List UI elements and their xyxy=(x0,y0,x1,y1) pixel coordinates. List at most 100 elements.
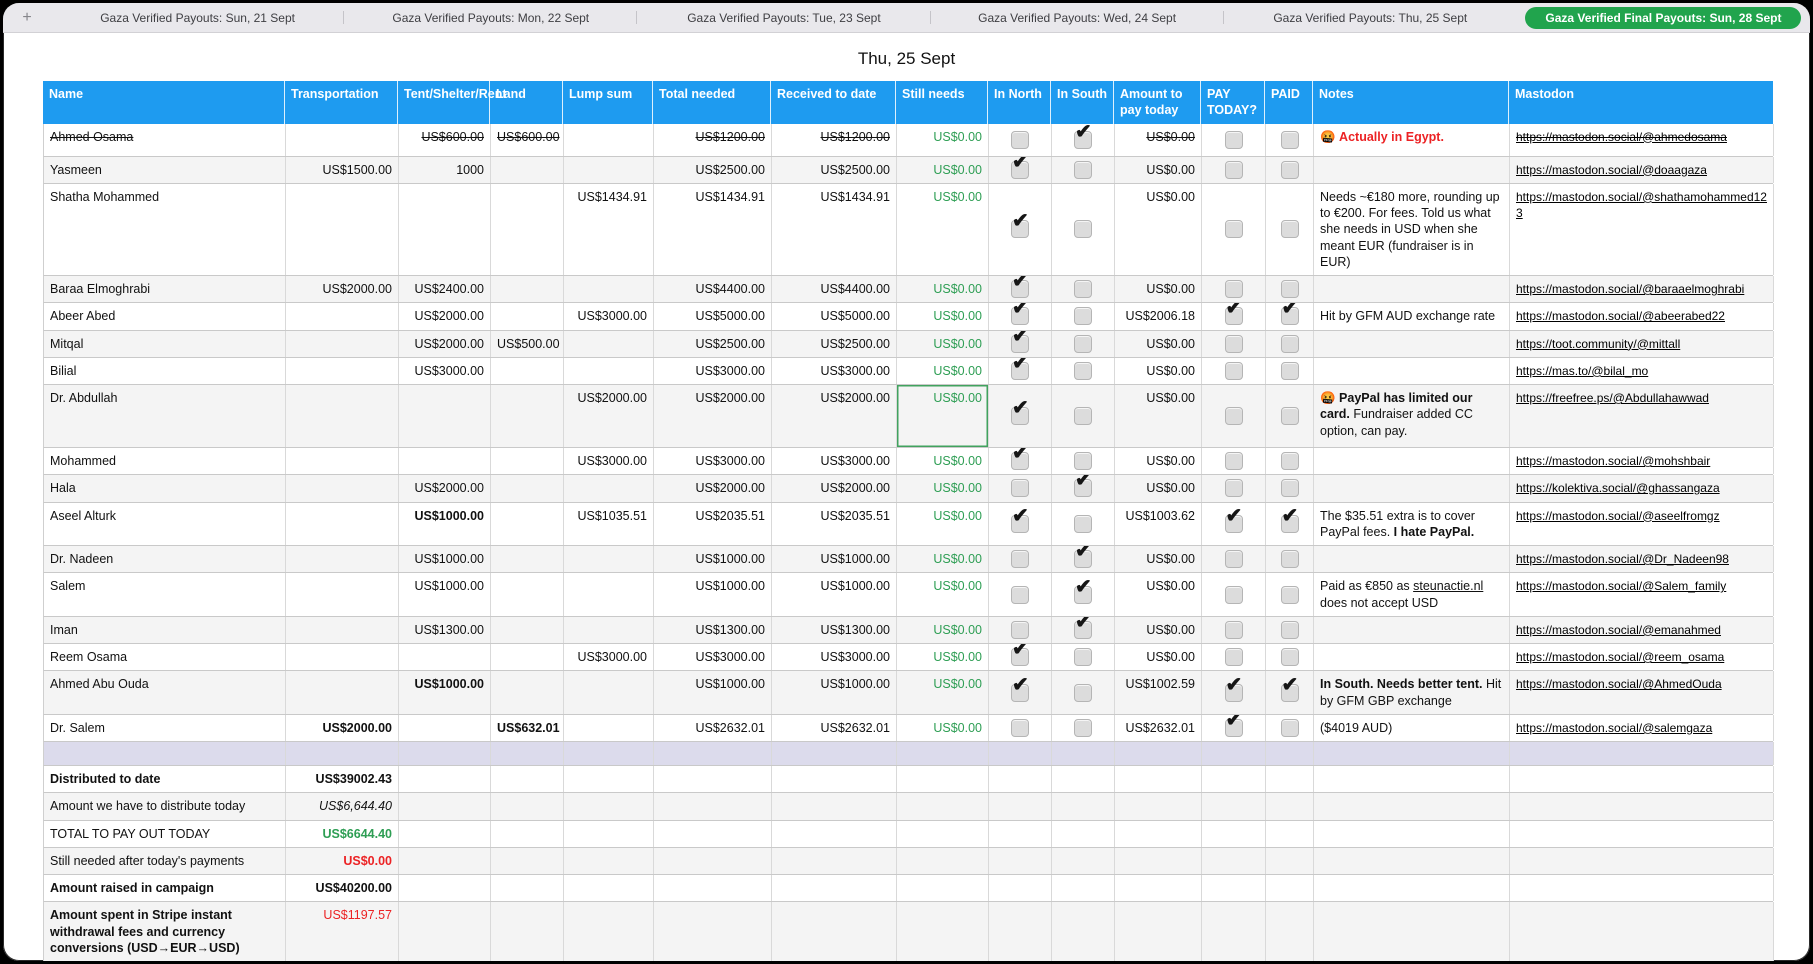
in-south-checkbox[interactable] xyxy=(1074,362,1092,380)
cell-name[interactable]: Ahmed Osama xyxy=(44,124,286,156)
mastodon-link[interactable]: https://mastodon.social/@abeerabed22 xyxy=(1516,308,1725,324)
cell-total[interactable]: US$2632.01 xyxy=(654,715,772,741)
cell-transportation[interactable] xyxy=(286,671,399,714)
cell-total[interactable]: US$3000.00 xyxy=(654,448,772,474)
cell-lump[interactable] xyxy=(564,124,654,156)
cell-land[interactable] xyxy=(491,358,564,384)
column-header-amount[interactable]: Amount to pay today xyxy=(1114,81,1201,124)
cell-notes[interactable]: Paid as €850 as steunactie.nl does not a… xyxy=(1314,573,1510,616)
cell-in_north[interactable]: ✔ xyxy=(989,503,1052,546)
cell-land[interactable] xyxy=(491,573,564,616)
separator-cell[interactable] xyxy=(897,742,989,765)
empty-cell[interactable] xyxy=(1115,821,1202,847)
cell-transportation[interactable] xyxy=(286,448,399,474)
cell-tent[interactable]: US$1300.00 xyxy=(399,617,491,643)
column-header-in_north[interactable]: In North xyxy=(988,81,1051,124)
column-header-mastodon[interactable]: Mastodon xyxy=(1509,81,1773,124)
separator-cell[interactable] xyxy=(989,742,1052,765)
cell-in_south[interactable] xyxy=(1052,385,1115,447)
cell-in_south[interactable] xyxy=(1052,358,1115,384)
cell-notes[interactable] xyxy=(1314,546,1510,572)
in-south-checkbox[interactable] xyxy=(1074,719,1092,737)
cell-in_south[interactable]: ✔ xyxy=(1052,124,1115,156)
in-south-checkbox[interactable]: ✔ xyxy=(1074,479,1092,497)
cell-land[interactable]: US$600.00 xyxy=(491,124,564,156)
pay-today-checkbox[interactable] xyxy=(1225,335,1243,353)
cell-in_south[interactable]: ✔ xyxy=(1052,475,1115,501)
cell-pay_today[interactable] xyxy=(1202,448,1266,474)
cell-still[interactable]: US$0.00 xyxy=(897,157,989,183)
cell-total[interactable]: US$2000.00 xyxy=(654,385,772,447)
paid-checkbox[interactable] xyxy=(1281,220,1299,238)
empty-cell[interactable] xyxy=(1052,875,1115,901)
cell-in_south[interactable] xyxy=(1052,276,1115,302)
cell-amount[interactable]: US$0.00 xyxy=(1115,448,1202,474)
cell-name[interactable]: Shatha Mohammed xyxy=(44,184,286,275)
cell-amount[interactable]: US$0.00 xyxy=(1115,124,1202,156)
cell-in_south[interactable] xyxy=(1052,184,1115,275)
cell-name[interactable]: Iman xyxy=(44,617,286,643)
cell-received[interactable]: US$2000.00 xyxy=(772,475,897,501)
empty-cell[interactable] xyxy=(1202,902,1266,961)
cell-transportation[interactable] xyxy=(286,475,399,501)
column-header-notes[interactable]: Notes xyxy=(1313,81,1509,124)
cell-total[interactable]: US$1434.91 xyxy=(654,184,772,275)
cell-name[interactable]: Abeer Abed xyxy=(44,303,286,329)
cell-transportation[interactable]: US$1500.00 xyxy=(286,157,399,183)
empty-cell[interactable] xyxy=(1266,821,1314,847)
cell-pay_today[interactable] xyxy=(1202,124,1266,156)
summary-value[interactable]: US$6644.40 xyxy=(286,821,399,847)
cell-total[interactable]: US$1200.00 xyxy=(654,124,772,156)
cell-paid[interactable] xyxy=(1266,157,1314,183)
cell-lump[interactable] xyxy=(564,573,654,616)
empty-cell[interactable] xyxy=(1202,821,1266,847)
cell-mastodon[interactable]: https://mastodon.social/@shathamohammed1… xyxy=(1510,184,1774,275)
cell-lump[interactable]: US$2000.00 xyxy=(564,385,654,447)
cell-mastodon[interactable]: https://mastodon.social/@salemgaza xyxy=(1510,715,1774,741)
cell-tent[interactable]: US$2000.00 xyxy=(399,331,491,357)
sheet-tab[interactable]: Gaza Verified Payouts: Tue, 23 Sept xyxy=(637,3,930,32)
cell-amount[interactable]: US$0.00 xyxy=(1115,573,1202,616)
cell-transportation[interactable] xyxy=(286,385,399,447)
cell-name[interactable]: Bilial xyxy=(44,358,286,384)
column-header-pay_today[interactable]: PAY TODAY? xyxy=(1201,81,1265,124)
empty-cell[interactable] xyxy=(772,875,897,901)
separator-cell[interactable] xyxy=(564,742,654,765)
cell-notes[interactable]: Hit by GFM AUD exchange rate xyxy=(1314,303,1510,329)
cell-pay_today[interactable]: ✔ xyxy=(1202,715,1266,741)
cell-transportation[interactable] xyxy=(286,644,399,670)
cell-in_north[interactable] xyxy=(989,617,1052,643)
in-south-checkbox[interactable] xyxy=(1074,648,1092,666)
paid-checkbox[interactable] xyxy=(1281,719,1299,737)
empty-cell[interactable] xyxy=(1266,902,1314,961)
cell-transportation[interactable] xyxy=(286,358,399,384)
empty-cell[interactable] xyxy=(1510,766,1774,792)
summary-label[interactable]: Amount we have to distribute today xyxy=(44,793,286,819)
column-header-transportation[interactable]: Transportation xyxy=(285,81,398,124)
empty-cell[interactable] xyxy=(989,848,1052,874)
paid-checkbox[interactable] xyxy=(1281,479,1299,497)
cell-name[interactable]: Baraa Elmoghrabi xyxy=(44,276,286,302)
cell-still[interactable]: US$0.00 xyxy=(897,184,989,275)
cell-lump[interactable] xyxy=(564,715,654,741)
summary-label[interactable]: Still needed after today's payments xyxy=(44,848,286,874)
cell-notes[interactable]: 🤬 PayPal has limited our card. Fundraise… xyxy=(1314,385,1510,447)
cell-land[interactable] xyxy=(491,448,564,474)
empty-cell[interactable] xyxy=(1115,848,1202,874)
cell-amount[interactable]: US$0.00 xyxy=(1115,644,1202,670)
column-header-tent[interactable]: Tent/Shelter/Rent xyxy=(398,81,490,124)
empty-cell[interactable] xyxy=(564,793,654,819)
cell-total[interactable]: US$1300.00 xyxy=(654,617,772,643)
pay-today-checkbox[interactable] xyxy=(1225,479,1243,497)
cell-lump[interactable]: US$1035.51 xyxy=(564,503,654,546)
pay-today-checkbox[interactable]: ✔ xyxy=(1225,515,1243,533)
empty-cell[interactable] xyxy=(1202,848,1266,874)
cell-amount[interactable]: US$0.00 xyxy=(1115,475,1202,501)
cell-amount[interactable]: US$2006.18 xyxy=(1115,303,1202,329)
cell-lump[interactable] xyxy=(564,358,654,384)
column-header-lump[interactable]: Lump sum xyxy=(563,81,653,124)
column-header-land[interactable]: Land xyxy=(490,81,563,124)
cell-still[interactable]: US$0.00 xyxy=(897,475,989,501)
empty-cell[interactable] xyxy=(1052,848,1115,874)
separator-cell[interactable] xyxy=(399,742,491,765)
